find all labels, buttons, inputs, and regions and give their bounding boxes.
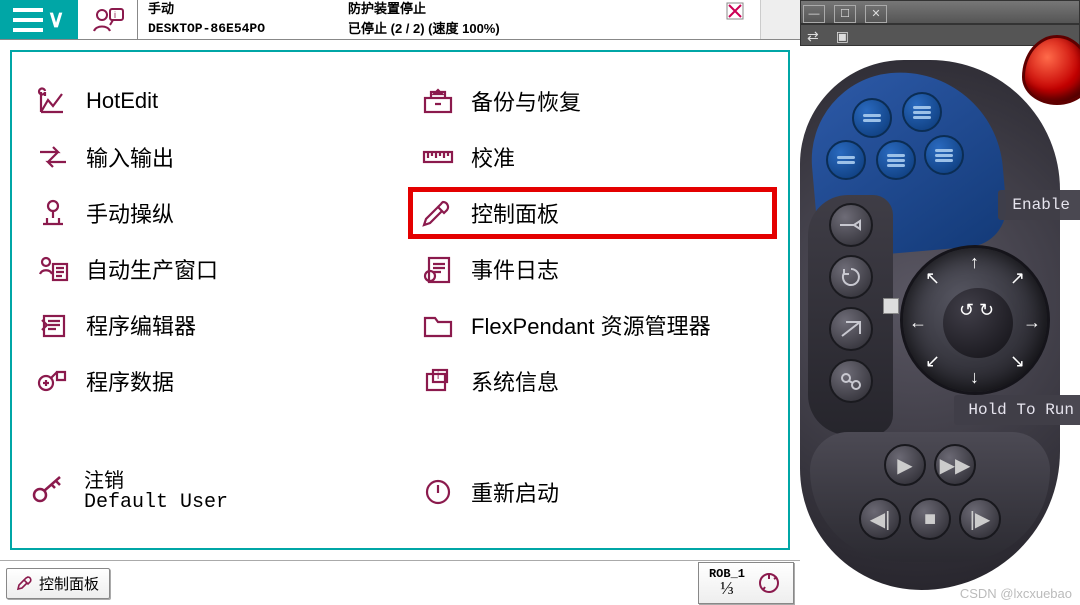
motor-reset-icon bbox=[755, 570, 783, 596]
menu-program-data[interactable]: 程序数据 bbox=[30, 362, 385, 400]
step-fwd-button[interactable]: |▶ bbox=[959, 498, 1001, 540]
stop-button[interactable]: ■ bbox=[909, 498, 951, 540]
menu-production-window[interactable]: 自动生产窗口 bbox=[30, 250, 385, 288]
operator-assist-icon[interactable]: i bbox=[78, 0, 138, 39]
guard-status-label: 防护装置停止 bbox=[348, 1, 720, 21]
logoff-user: Default User bbox=[84, 492, 228, 514]
side-button-tool[interactable] bbox=[829, 203, 873, 247]
program-editor-icon bbox=[34, 308, 72, 342]
menu-control-panel[interactable]: 控制面板 bbox=[408, 187, 777, 239]
key-icon bbox=[30, 475, 70, 510]
teach-pendant-controller: — ☐ ✕ ⇄ ▣ ↑ bbox=[800, 0, 1080, 605]
menu-calibration[interactable]: 校准 bbox=[415, 138, 770, 176]
enable-paddle[interactable]: Enable bbox=[998, 190, 1080, 220]
menu-restart[interactable]: 重新启动 bbox=[415, 470, 770, 514]
taskbar-control-panel-button[interactable]: 控制面板 bbox=[6, 568, 110, 599]
menu-system-info[interactable]: i 系统信息 bbox=[415, 362, 770, 400]
taskbar: 控制面板 ROB_1 ⅓ bbox=[0, 560, 800, 605]
side-button-linear[interactable] bbox=[829, 307, 873, 351]
side-button-reorient[interactable] bbox=[829, 255, 873, 299]
menu-jogging[interactable]: 手动操纵 bbox=[30, 194, 385, 232]
menu-event-log[interactable]: 事件日志 bbox=[415, 250, 770, 288]
menu-io[interactable]: 输入输出 bbox=[30, 138, 385, 176]
mode-label: 手动 bbox=[148, 1, 348, 21]
menu-logoff[interactable]: 注销 Default User bbox=[30, 470, 385, 514]
io-icon bbox=[34, 140, 72, 174]
fast-forward-button[interactable]: ▶▶ bbox=[934, 444, 976, 486]
play-button[interactable]: ▶ bbox=[884, 444, 926, 486]
quick-button-e[interactable] bbox=[924, 135, 964, 175]
hotedit-icon bbox=[34, 84, 72, 118]
hostname-label: DESKTOP-86E54PO bbox=[148, 21, 348, 38]
logoff-label: 注销 bbox=[84, 470, 228, 492]
hold-to-run-paddle[interactable]: Hold To Run bbox=[954, 395, 1080, 425]
menu-program-editor[interactable]: 程序编辑器 bbox=[30, 306, 385, 344]
wrench-icon bbox=[17, 575, 33, 591]
main-menu-panel: HotEdit 备份与恢复 输入输出 校准 手动操纵 bbox=[10, 50, 790, 550]
menu-flexpendant-explorer[interactable]: FlexPendant 资源管理器 bbox=[415, 306, 770, 344]
restart-icon bbox=[419, 475, 457, 509]
emergency-stop-button[interactable] bbox=[1022, 35, 1080, 105]
explorer-folder-icon bbox=[419, 308, 457, 342]
svg-text:i: i bbox=[114, 10, 116, 20]
svg-text:i: i bbox=[437, 371, 439, 382]
menu-backup-restore[interactable]: 备份与恢复 bbox=[415, 82, 770, 120]
jogging-icon bbox=[34, 196, 72, 230]
joystick-lock-icon[interactable] bbox=[883, 298, 899, 314]
quick-button-a[interactable] bbox=[852, 98, 892, 138]
joystick[interactable]: ↑ ↓ ← → ↖ ↗ ↙ ↘ ↺ ↻ bbox=[900, 245, 1050, 395]
side-button-axis[interactable] bbox=[829, 359, 873, 403]
program-data-icon bbox=[34, 364, 72, 398]
quick-button-b[interactable] bbox=[902, 92, 942, 132]
stopped-status-label: 已停止 (2 / 2) (速度 100%) bbox=[348, 21, 720, 38]
taskbar-rob-indicator[interactable]: ROB_1 ⅓ bbox=[698, 562, 794, 604]
status-flag-icon bbox=[720, 1, 750, 21]
system-info-icon: i bbox=[419, 364, 457, 398]
main-menu-button[interactable]: ∨ bbox=[0, 0, 78, 39]
backup-icon bbox=[419, 84, 457, 118]
quick-button-d[interactable] bbox=[876, 140, 916, 180]
quick-button-c[interactable] bbox=[826, 140, 866, 180]
step-back-button[interactable]: ◀| bbox=[859, 498, 901, 540]
event-log-icon bbox=[419, 252, 457, 286]
watermark-text: CSDN @lxcxuebao bbox=[960, 586, 1072, 601]
calibration-icon bbox=[419, 140, 457, 174]
menu-hotedit[interactable]: HotEdit bbox=[30, 82, 385, 120]
production-icon bbox=[34, 252, 72, 286]
control-panel-icon bbox=[419, 196, 457, 230]
